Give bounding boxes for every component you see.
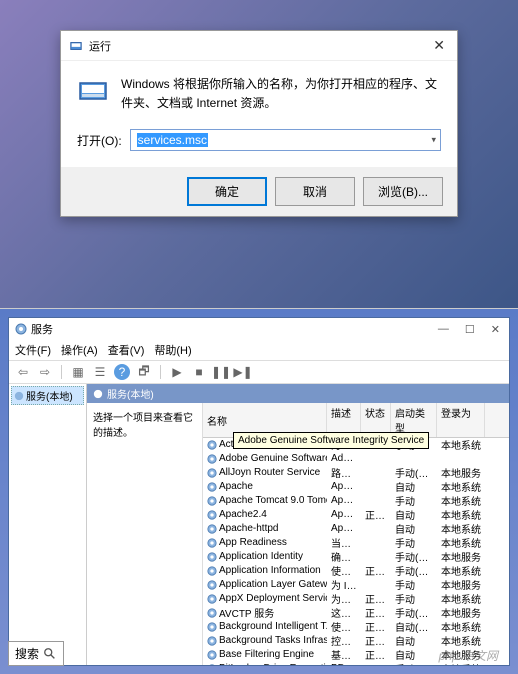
menu-help[interactable]: 帮助(H) (154, 342, 191, 358)
restart-icon[interactable]: ▶❚ (235, 364, 251, 380)
gear-icon (207, 454, 217, 464)
services-title: 服务 (31, 321, 53, 337)
cancel-button[interactable]: 取消 (275, 177, 355, 206)
services-toolbar: ⇦ ⇨ ▦ ☰ ? 🗗 ▶ ■ ❚❚ ▶❚ (9, 361, 509, 384)
ok-button[interactable]: 确定 (187, 177, 267, 206)
gear-icon (14, 391, 24, 401)
menu-view[interactable]: 查看(V) (108, 342, 145, 358)
run-input-value: services.msc (137, 133, 208, 147)
table-row[interactable]: Application Layer Gatewa...为 In...手动本地服务 (203, 578, 509, 592)
export-icon[interactable]: ☰ (92, 364, 108, 380)
gear-icon (207, 594, 217, 604)
gear-icon (207, 650, 217, 660)
search-overlay[interactable]: 搜索 (8, 641, 64, 666)
table-row[interactable]: Apache2.4Apa...正在…自动本地系统 (203, 508, 509, 522)
gear-icon (207, 552, 217, 562)
services-menubar: 文件(F) 操作(A) 查看(V) 帮助(H) (9, 340, 509, 361)
gear-icon (207, 622, 217, 632)
gear-icon (207, 664, 217, 666)
forward-icon[interactable]: ⇨ (37, 364, 53, 380)
stop-icon[interactable]: ■ (191, 364, 207, 380)
gear-icon (207, 636, 217, 646)
table-row[interactable]: Background Intelligent T...使用…正在…自动(延迟…本… (203, 620, 509, 634)
run-dialog-backdrop: 运行 ✕ Windows 将根据你所输入的名称，为你打开相应的程序、文件夹、文档… (0, 0, 518, 308)
run-button-bar: 确定 取消 浏览(B)... (61, 167, 457, 216)
gear-icon (207, 608, 217, 618)
close-icon[interactable]: ✕ (488, 323, 503, 336)
table-row[interactable]: AllJoyn Router Service路由…手动(触发…本地服务 (203, 466, 509, 480)
table-row[interactable]: Background Tasks Infras...控制…正在…自动本地系统 (203, 634, 509, 648)
table-row[interactable]: AVCTP 服务这是…正在…手动(触发…本地服务 (203, 606, 509, 620)
refresh-icon[interactable]: 🗗 (136, 364, 152, 380)
run-input-combo[interactable]: services.msc ▾ (130, 129, 441, 151)
services-titlebar: 服务 — ☐ ✕ (9, 318, 509, 340)
run-title-text: 运行 (89, 38, 111, 54)
col-login[interactable]: 登录为 (437, 403, 485, 437)
table-row[interactable]: App Readiness当用…手动本地系统 (203, 536, 509, 550)
table-row[interactable]: Adobe Genuine Software...Ado... (203, 452, 509, 466)
gear-icon (207, 580, 217, 590)
run-dialog: 运行 ✕ Windows 将根据你所输入的名称，为你打开相应的程序、文件夹、文档… (60, 30, 458, 217)
menu-file[interactable]: 文件(F) (15, 342, 51, 358)
gear-icon (207, 510, 217, 520)
services-window: 服务 — ☐ ✕ 文件(F) 操作(A) 查看(V) 帮助(H) ⇦ ⇨ ▦ ☰… (8, 317, 510, 666)
open-label: 打开(O): (77, 132, 122, 149)
table-row[interactable]: Apache Tomcat 9.0 Tomc...Apa...手动本地系统 (203, 494, 509, 508)
table-row[interactable]: ApacheApa...自动本地系统 (203, 480, 509, 494)
gear-icon (207, 496, 217, 506)
services-panel-header: 服务(本地) (87, 384, 509, 403)
gear-icon (207, 440, 217, 450)
gear-icon (93, 389, 103, 399)
close-icon[interactable]: ✕ (429, 37, 449, 54)
gear-icon (207, 566, 217, 576)
table-row[interactable]: Application Identity确定…手动(触发…本地服务 (203, 550, 509, 564)
tree-node-local[interactable]: 服务(本地) (11, 386, 84, 405)
services-tree: 服务(本地) (9, 384, 87, 665)
minimize-icon[interactable]: — (435, 323, 452, 336)
back-icon[interactable]: ⇦ (15, 364, 31, 380)
gear-icon (207, 524, 217, 534)
services-description-panel: 选择一个项目来查看它的描述。 (87, 403, 203, 665)
gear-icon (207, 468, 217, 478)
run-icon (69, 39, 83, 53)
maximize-icon[interactable]: ☐ (462, 323, 478, 336)
pause-icon[interactable]: ❚❚ (213, 364, 229, 380)
table-body: ActiveX Installer (AxInstSV)为从…手动本地系统Ado… (203, 438, 509, 665)
services-table: 名称 描述 状态 启动类型 登录为 ActiveX Installer (AxI… (203, 403, 509, 665)
watermark: php 中文网 (439, 647, 498, 664)
table-row[interactable]: Apache-httpdApa...自动本地系统 (203, 522, 509, 536)
gear-icon (207, 538, 217, 548)
run-description: Windows 将根据你所输入的名称，为你打开相应的程序、文件夹、文档或 Int… (121, 75, 441, 113)
search-icon (43, 647, 57, 661)
help-icon[interactable]: ? (114, 364, 130, 380)
services-window-backdrop: 服务 — ☐ ✕ 文件(F) 操作(A) 查看(V) 帮助(H) ⇦ ⇨ ▦ ☰… (0, 308, 518, 674)
play-icon[interactable]: ▶ (169, 364, 185, 380)
browse-button[interactable]: 浏览(B)... (363, 177, 443, 206)
run-icon-large (77, 75, 109, 107)
table-row[interactable]: Application Information使用…正在…手动(触发…本地系统 (203, 564, 509, 578)
chevron-down-icon[interactable]: ▾ (431, 135, 436, 146)
tooltip: Adobe Genuine Software Integrity Service (233, 432, 429, 449)
gear-icon (15, 323, 27, 335)
menu-action[interactable]: 操作(A) (61, 342, 98, 358)
table-row[interactable]: AppX Deployment Servic...为部…正在…手动本地系统 (203, 592, 509, 606)
run-titlebar: 运行 ✕ (61, 31, 457, 61)
properties-icon[interactable]: ▦ (70, 364, 86, 380)
gear-icon (207, 482, 217, 492)
